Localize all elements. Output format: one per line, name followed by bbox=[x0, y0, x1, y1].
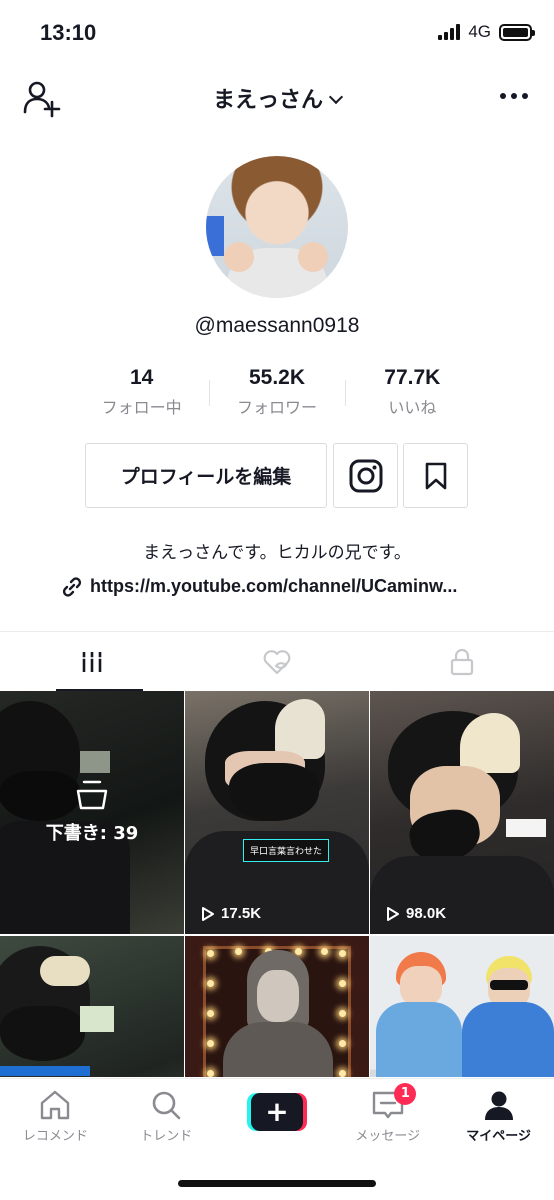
home-icon bbox=[41, 1090, 70, 1120]
plus-icon: + bbox=[250, 1093, 303, 1131]
drafts-count: 下書き: 39 bbox=[45, 823, 139, 844]
nav-label: トレンド bbox=[140, 1129, 193, 1144]
profile-header: まえっさん bbox=[0, 68, 554, 128]
view-count-text: 98.0K bbox=[406, 905, 447, 922]
video-thumbnail[interactable] bbox=[370, 936, 554, 1077]
lock-icon bbox=[450, 648, 473, 675]
likes-count: 77.7K bbox=[384, 366, 441, 389]
bookmark-icon bbox=[425, 462, 446, 489]
following-label: フォロー中 bbox=[101, 398, 182, 417]
nav-mypage[interactable]: マイページ bbox=[443, 1079, 554, 1160]
instagram-icon bbox=[349, 459, 382, 492]
video-thumbnail[interactable] bbox=[185, 936, 369, 1077]
tab-liked[interactable] bbox=[185, 632, 370, 691]
edit-profile-button[interactable]: プロフィールを編集 bbox=[85, 443, 327, 508]
profile-stats: 14 フォロー中 55.2K フォロワー 77.7K いいね bbox=[74, 366, 480, 422]
drafts-overlay: 下書き: 39 bbox=[0, 779, 184, 845]
nav-label: メッセージ bbox=[355, 1129, 421, 1144]
profile-link[interactable]: https://m.youtube.com/channel/UCaminw... bbox=[62, 576, 502, 597]
drafts-icon bbox=[76, 780, 108, 810]
view-count: 17.5K bbox=[201, 905, 261, 922]
bottom-navigation: レコメンド トレンド + 1 メッセージ マイページ bbox=[0, 1078, 554, 1160]
video-thumbnail[interactable]: 早口言葉言わせた 17.5K bbox=[185, 691, 369, 934]
avatar[interactable] bbox=[206, 156, 348, 298]
play-icon bbox=[387, 906, 399, 921]
account-name: まえっさん bbox=[212, 88, 323, 113]
nav-label: レコメンド bbox=[22, 1129, 88, 1144]
tab-private[interactable] bbox=[369, 632, 554, 691]
draft-thumbnail[interactable]: 下書き: 39 bbox=[0, 691, 184, 934]
profile-icon bbox=[484, 1091, 513, 1120]
signal-icon bbox=[438, 24, 461, 40]
profile-bio: まえっさんです。ヒカルの兄です。 bbox=[143, 543, 411, 563]
video-thumbnail[interactable]: 98.0K bbox=[370, 691, 554, 934]
view-count: 98.0K bbox=[386, 905, 446, 922]
view-count-text: 17.5K bbox=[221, 905, 262, 922]
nav-messages[interactable]: 1 メッセージ bbox=[332, 1079, 443, 1160]
video-grid: 下書き: 39 早口言葉言わせた 17.5K 98.0K bbox=[0, 691, 554, 1077]
network-type: 4G bbox=[468, 22, 491, 41]
nav-recommend[interactable]: レコメンド bbox=[0, 1079, 111, 1160]
profile-link-text: https://m.youtube.com/channel/UCaminw... bbox=[90, 576, 458, 596]
followers-label: フォロワー bbox=[236, 398, 317, 417]
status-indicators: 4G bbox=[438, 22, 535, 42]
username: @maessann0918 bbox=[194, 314, 360, 337]
video-caption-tag: 早口言葉言わせた bbox=[243, 839, 330, 862]
likes-label: いいね bbox=[388, 398, 437, 417]
play-icon bbox=[202, 906, 214, 921]
grid-icon bbox=[81, 651, 104, 672]
likes-stat[interactable]: 77.7K いいね bbox=[344, 366, 480, 422]
followers-count: 55.2K bbox=[248, 366, 306, 389]
link-icon bbox=[62, 576, 82, 597]
search-icon bbox=[152, 1091, 181, 1120]
instagram-button[interactable] bbox=[333, 443, 398, 508]
nav-trend[interactable]: トレンド bbox=[111, 1079, 222, 1160]
following-count: 14 bbox=[129, 366, 154, 389]
more-options-icon[interactable] bbox=[500, 93, 528, 99]
favorites-button[interactable] bbox=[403, 443, 468, 508]
nav-create[interactable]: + bbox=[222, 1079, 333, 1160]
followers-stat[interactable]: 55.2K フォロワー bbox=[209, 366, 344, 422]
notification-badge: 1 bbox=[394, 1083, 417, 1105]
video-thumbnail[interactable] bbox=[0, 936, 184, 1077]
content-tabs bbox=[0, 631, 554, 691]
battery-icon bbox=[499, 23, 535, 41]
create-video-button[interactable]: + bbox=[246, 1093, 307, 1131]
account-switcher[interactable]: まえっさん bbox=[0, 82, 554, 114]
status-time: 13:10 bbox=[40, 20, 97, 45]
heart-hidden-icon bbox=[263, 649, 291, 674]
chevron-down-icon bbox=[328, 89, 344, 105]
nav-label: マイページ bbox=[466, 1129, 531, 1144]
home-indicator[interactable] bbox=[178, 1180, 376, 1187]
status-bar: 13:10 4G bbox=[0, 0, 554, 68]
tab-videos[interactable] bbox=[0, 632, 185, 691]
following-stat[interactable]: 14 フォロー中 bbox=[74, 366, 209, 422]
